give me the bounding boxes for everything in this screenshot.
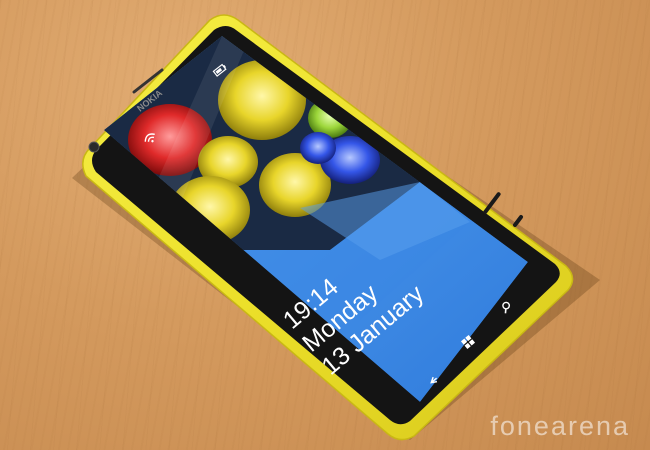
blue-lamp — [300, 132, 336, 164]
phone-illustration: NOKIA 19:14 Monday 13 January — [72, 14, 600, 441]
front-camera — [88, 141, 100, 153]
watermark: fonearena — [490, 411, 630, 441]
wooden-table-background: NOKIA 19:14 Monday 13 January fonearena — [0, 0, 650, 450]
